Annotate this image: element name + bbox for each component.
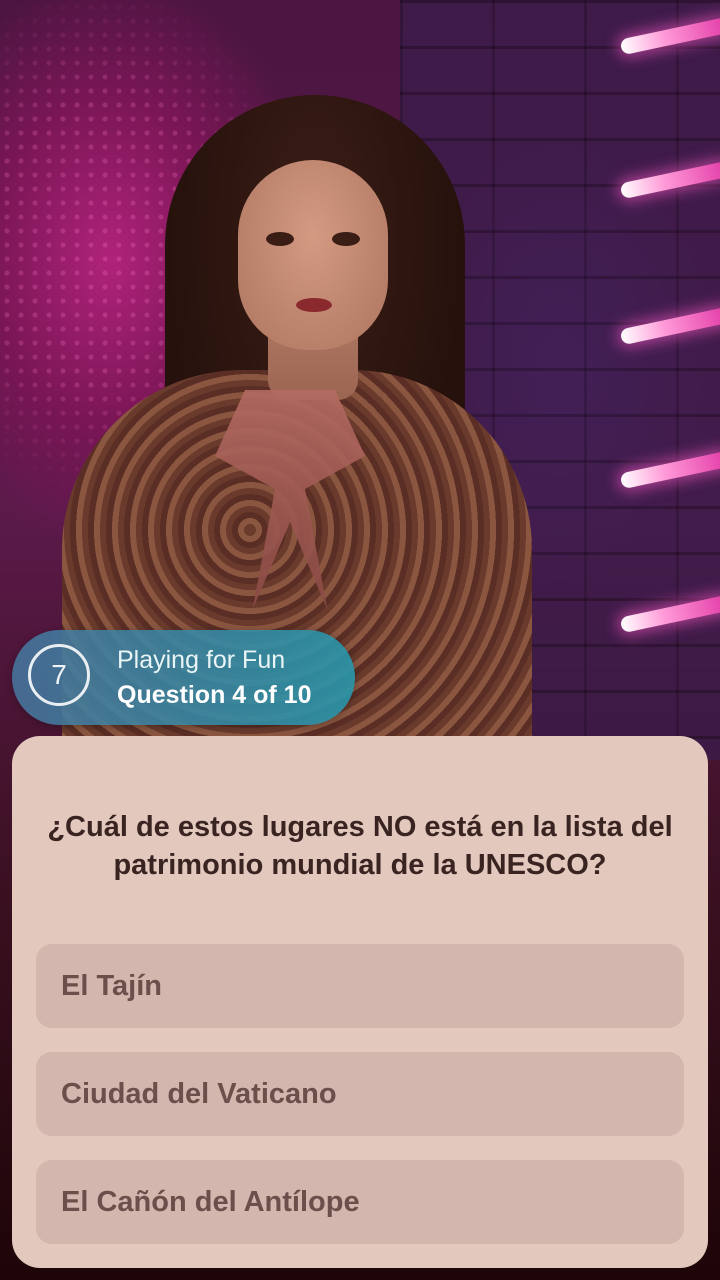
answer-option-label: El Cañón del Antílope: [61, 1185, 360, 1218]
host-lips: [296, 298, 332, 312]
timer-value: 7: [51, 659, 67, 690]
game-status-pill: 7 Playing for Fun Question 4 of 10: [12, 630, 355, 725]
question-card: ¿Cuál de estos lugares NO está en la lis…: [12, 736, 708, 1268]
host-face: [238, 160, 388, 350]
question-progress-label: Question 4 of 10: [117, 681, 312, 709]
answer-option-2[interactable]: Ciudad del Vaticano: [36, 1052, 684, 1136]
answer-option-label: Ciudad del Vaticano: [61, 1077, 337, 1110]
answer-option-label: El Tajín: [61, 969, 162, 1002]
game-mode-label: Playing for Fun: [117, 646, 286, 674]
question-text: ¿Cuál de estos lugares NO está en la lis…: [47, 811, 673, 881]
countdown-timer: 7: [28, 644, 90, 706]
answer-option-3[interactable]: El Cañón del Antílope: [36, 1160, 684, 1244]
answer-option-1[interactable]: El Tajín: [36, 944, 684, 1028]
host-eye: [266, 232, 294, 246]
host-eye: [332, 232, 360, 246]
